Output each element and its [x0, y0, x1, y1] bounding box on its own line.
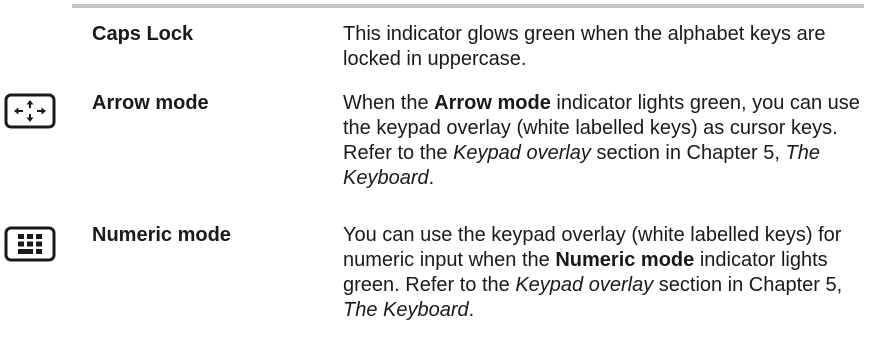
caps-lock-term: Caps Lock [92, 23, 194, 45]
arrow-mode-desc-part: section in Chapter 5, [590, 142, 786, 164]
arrow-mode-icon [4, 93, 56, 129]
table-top-rule [72, 4, 864, 8]
numeric-mode-desc-italic: The Keyboard [343, 299, 469, 321]
numeric-mode-term: Numeric mode [92, 224, 231, 246]
numeric-mode-desc-part: . [468, 299, 475, 321]
arrow-mode-description: When the Arrow mode indicator lights gre… [343, 91, 868, 191]
arrow-mode-desc-part: When the [343, 92, 435, 114]
arrow-mode-term: Arrow mode [92, 92, 209, 114]
arrow-mode-desc-italic: Keypad overlay [453, 142, 591, 164]
numeric-mode-desc-part: section in Chapter 5, [653, 274, 843, 296]
numeric-mode-icon [4, 226, 56, 262]
numeric-mode-description: You can use the keypad overlay (white la… [343, 223, 868, 323]
numeric-mode-desc-bold: Numeric mode [555, 249, 695, 271]
arrow-mode-desc-part: . [428, 167, 435, 189]
numeric-mode-desc-italic: Keypad overlay [515, 274, 654, 296]
caps-lock-description: This indicator glows green when the alph… [343, 22, 868, 72]
caps-lock-description-text: This indicator glows green when the alph… [343, 23, 826, 70]
arrow-mode-desc-bold: Arrow mode [434, 92, 551, 114]
